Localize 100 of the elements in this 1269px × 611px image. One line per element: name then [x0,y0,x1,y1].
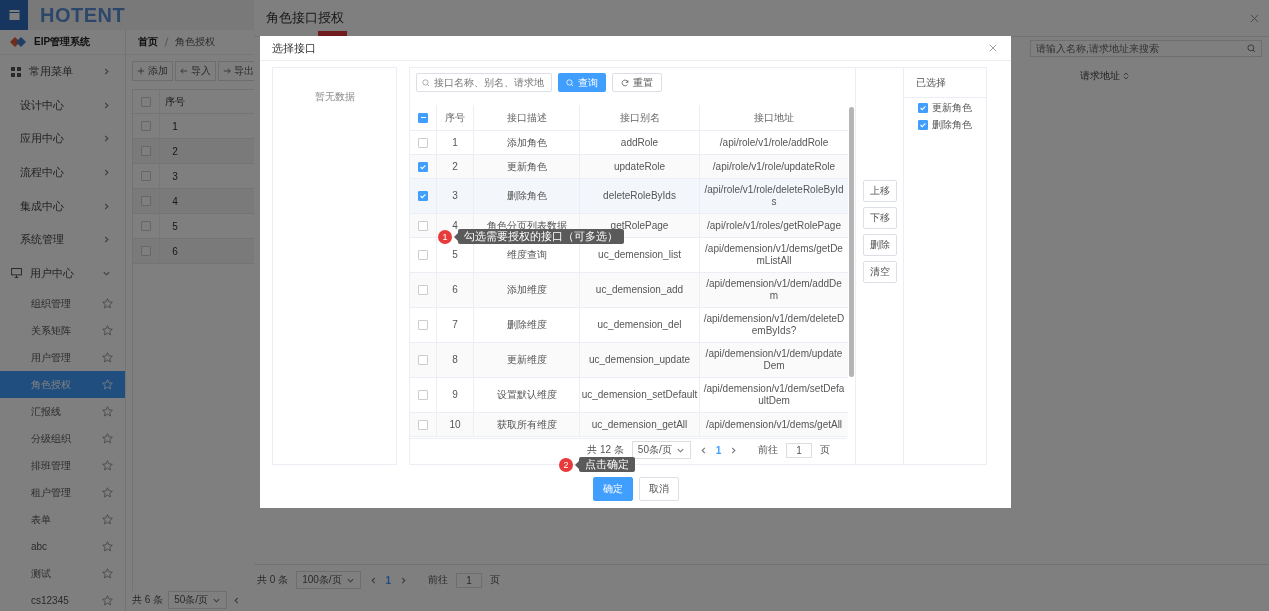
checkbox[interactable] [141,171,151,181]
page-size-select[interactable]: 50条/页 [631,441,691,459]
search-field[interactable]: 请输入名称,请求地址来搜索 [1030,40,1262,57]
cancel-button[interactable]: 取消 [638,477,679,501]
submenu-item[interactable]: 分级组织 [0,425,125,453]
action-button[interactable]: 下移 [862,206,897,229]
action-button[interactable]: 清空 [862,260,897,283]
table-cell: 10 [437,413,474,436]
submenu-item[interactable]: 组织管理 [0,290,125,318]
toolbar-button[interactable]: 添加 [132,61,173,81]
checkbox[interactable] [141,146,151,156]
star-icon[interactable] [102,541,113,553]
star-icon[interactable] [102,406,113,418]
table-cell: addRole [580,131,700,154]
submenu-item[interactable]: 用户管理 [0,344,125,372]
reset-button[interactable]: 重置 [612,73,662,92]
checkbox[interactable] [918,103,928,113]
star-icon[interactable] [102,595,113,607]
menu-item[interactable]: 系统管理 [0,222,125,257]
submenu-item[interactable]: 表单 [0,506,125,534]
submenu-item[interactable]: 关系矩阵 [0,317,125,345]
chevron-right-icon [729,445,739,455]
checkbox[interactable] [418,355,428,365]
confirm-button[interactable]: 确定 [592,477,633,501]
checkbox[interactable] [418,191,428,201]
selected-item[interactable]: 删除角色 [932,118,972,132]
table-cell: 添加角色 [474,131,580,154]
chevron-right-icon [102,100,111,110]
checkbox[interactable] [918,120,928,130]
star-icon[interactable] [102,460,113,472]
action-button[interactable]: 删除 [862,233,897,256]
checkbox[interactable] [418,320,428,330]
menu-item[interactable]: 应用中心 [0,122,125,156]
star-icon[interactable] [102,568,113,580]
table-cell: uc_demension_getAll [580,413,700,436]
checkbox[interactable] [418,220,428,231]
checkbox[interactable] [418,250,428,260]
table-cell-text: /api/role/v1/roles/getRolePage [706,218,842,233]
menu-icon[interactable] [0,0,28,30]
menu-item[interactable]: 设计中心 [0,88,125,123]
submenu-item[interactable]: abc [0,533,125,561]
checkbox[interactable] [418,161,428,172]
chevron-left-icon [368,575,378,585]
checkbox[interactable] [141,221,151,231]
menu-item[interactable]: 常用菜单 [0,55,125,89]
breadcrumb-link[interactable]: 首页 [138,35,158,49]
table-cell: updateRole [580,155,700,178]
chevron-right-icon [399,575,409,585]
page-number[interactable]: 1 [385,574,392,586]
arrow-right-icon [223,67,231,75]
search-field[interactable]: 接口名称、别名、请求地 [416,73,552,92]
submenu-item[interactable]: 汇报线 [0,398,125,426]
checkbox[interactable] [141,196,151,206]
star-icon[interactable] [102,433,113,445]
chevron-right-icon [102,168,111,178]
table-cell: uc_demension_add [580,273,700,307]
submenu-item[interactable]: 排班管理 [0,452,125,480]
menu-item[interactable]: 用户中心 [0,256,125,291]
submenu-item[interactable]: 测试 [0,560,125,588]
goto-label: 前往 [428,573,449,587]
page-size-select[interactable]: 100条/页 [296,571,361,589]
checkbox[interactable] [141,121,151,131]
star-icon[interactable] [102,352,113,364]
checkbox[interactable] [418,390,428,400]
star-icon[interactable] [102,514,113,526]
menu-item[interactable]: 流程中心 [0,155,125,190]
page-number[interactable]: 1 [715,444,722,456]
table-cell: 8 [437,343,474,377]
submenu-item[interactable]: cs12345 [0,587,125,611]
page-size-select[interactable]: 50条/页 [168,591,228,609]
logo: HOTENT [40,3,126,27]
action-button[interactable]: 上移 [862,179,897,202]
toolbar-button[interactable]: 导入 [175,61,216,81]
menu-item[interactable]: 集成中心 [0,189,125,223]
close-icon[interactable] [989,44,997,52]
page-input[interactable]: 1 [456,572,482,588]
submenu-item[interactable]: 租户管理 [0,479,125,507]
query-button[interactable]: 查询 [558,73,606,92]
grid-icon [11,66,21,77]
page-input[interactable]: 1 [786,442,812,458]
monitor-icon [11,268,22,279]
breadcrumb-link[interactable]: 角色授权 [175,35,215,49]
selected-item[interactable]: 更新角色 [932,101,972,115]
checkbox[interactable] [141,246,151,256]
checkbox[interactable] [418,137,428,148]
sort-icon[interactable] [1123,72,1129,80]
checkbox[interactable] [141,96,151,107]
checkbox[interactable] [418,112,428,123]
table-cell: uc_demension_del [580,308,700,342]
close-icon[interactable] [1250,13,1259,23]
checkbox[interactable] [418,285,428,295]
submenu-item[interactable]: 角色授权 [0,371,125,399]
star-icon[interactable] [102,325,113,337]
table-cell: 1 [437,131,474,154]
checkbox[interactable] [418,419,428,430]
table-cell: 9 [437,378,474,412]
column-header[interactable]: 请求地址 [1080,69,1129,83]
scrollbar[interactable] [849,107,854,377]
star-icon[interactable] [102,487,113,499]
star-icon[interactable] [102,298,113,310]
